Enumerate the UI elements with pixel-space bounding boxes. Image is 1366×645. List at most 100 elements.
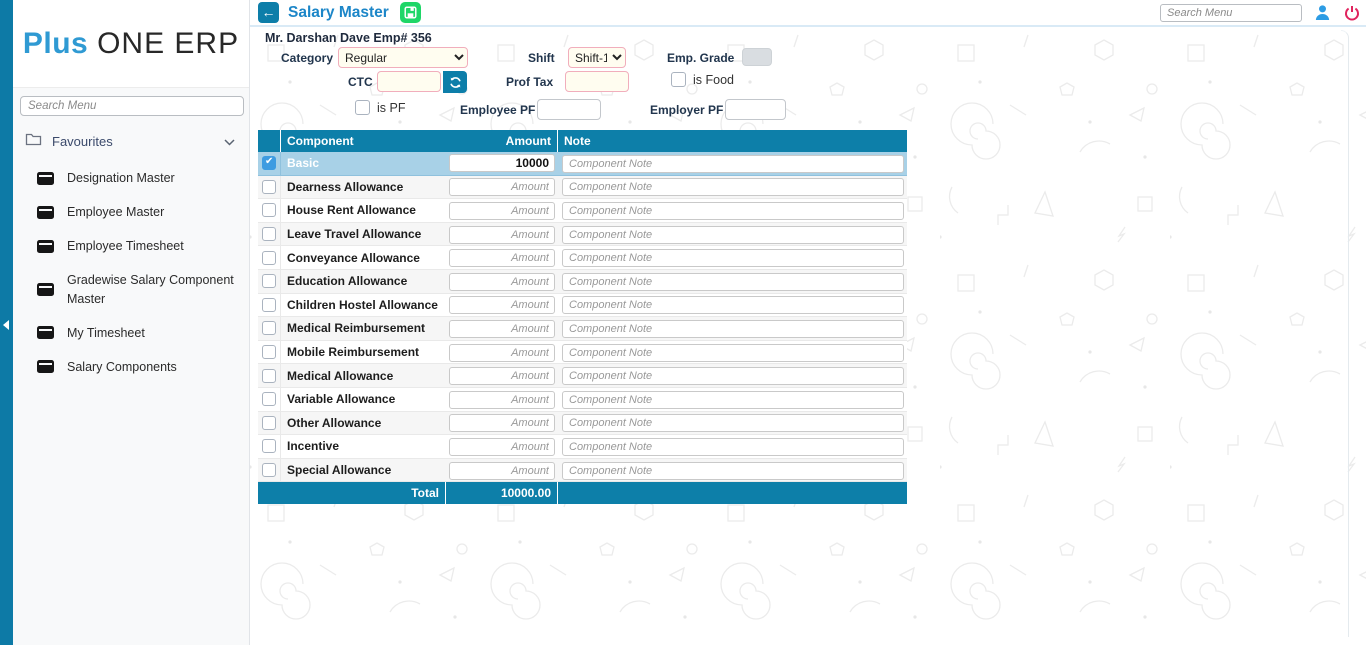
sidebar-favourites-label: Favourites	[52, 134, 224, 149]
table-body: Basic Dearness Allowance House Rent Allo…	[258, 152, 907, 482]
note-cell	[558, 366, 907, 385]
amount-input[interactable]	[449, 414, 555, 432]
row-checkbox[interactable]	[262, 321, 276, 335]
note-input[interactable]	[562, 226, 904, 244]
table-row: Mobile Reimbursement	[258, 341, 907, 365]
component-label: Basic	[281, 156, 446, 170]
sidebar: Plus ONE ERP Favourites Designation	[13, 0, 250, 645]
topbar-search-input[interactable]	[1160, 4, 1302, 22]
collapse-left-icon[interactable]	[3, 320, 9, 330]
amount-input[interactable]	[449, 462, 555, 480]
note-input[interactable]	[562, 367, 904, 385]
menu-card-icon	[37, 283, 54, 296]
is-food-checkbox[interactable]	[671, 72, 686, 87]
save-button[interactable]	[400, 2, 421, 23]
row-checkbox[interactable]	[262, 298, 276, 312]
row-checkbox[interactable]	[262, 203, 276, 217]
component-label: House Rent Allowance	[281, 203, 446, 217]
note-input[interactable]	[562, 296, 904, 314]
row-checkbox[interactable]	[262, 439, 276, 453]
amount-input[interactable]	[449, 249, 555, 267]
row-checkbox[interactable]	[262, 392, 276, 406]
row-checkbox[interactable]	[262, 180, 276, 194]
amount-cell	[446, 461, 558, 480]
row-checkbox[interactable]	[262, 156, 276, 170]
sidebar-collapse-rail[interactable]	[0, 0, 13, 645]
amount-cell	[446, 295, 558, 314]
note-cell	[558, 248, 907, 267]
ctc-input[interactable]	[377, 71, 441, 92]
sidebar-item-salary-components[interactable]: Salary Components	[13, 350, 249, 384]
note-cell	[558, 295, 907, 314]
row-checkbox[interactable]	[262, 227, 276, 241]
note-input[interactable]	[562, 438, 904, 456]
row-checkbox[interactable]	[262, 251, 276, 265]
sidebar-favourites[interactable]: Favourites	[13, 128, 249, 161]
menu-card-icon	[37, 360, 54, 373]
amount-input[interactable]	[449, 296, 555, 314]
amount-cell	[446, 319, 558, 338]
is-pf-checkbox[interactable]	[355, 100, 370, 115]
employee-pf-input[interactable]	[537, 99, 601, 120]
ctc-refresh-button[interactable]	[443, 71, 467, 93]
brand-logo: Plus ONE ERP	[23, 27, 239, 61]
sidebar-item-my-timesheet[interactable]: My Timesheet	[13, 316, 249, 350]
amount-input[interactable]	[449, 391, 555, 409]
is-food-label: is Food	[693, 72, 734, 89]
sidebar-nav: Favourites Designation MasterEmployee Ma…	[13, 128, 249, 384]
is-pf-label: is PF	[377, 100, 405, 117]
row-checkbox[interactable]	[262, 369, 276, 383]
salary-components-table: Component Amount Note Basic Dearness All…	[258, 130, 907, 504]
note-input[interactable]	[562, 462, 904, 480]
amount-cell	[446, 366, 558, 385]
note-input[interactable]	[562, 344, 904, 362]
amount-input[interactable]	[449, 273, 555, 291]
amount-input[interactable]	[449, 226, 555, 244]
note-input[interactable]	[562, 414, 904, 432]
shift-select[interactable]: Shift-1	[568, 47, 626, 68]
table-row: Education Allowance	[258, 270, 907, 294]
sidebar-item-employee-master[interactable]: Employee Master	[13, 195, 249, 229]
row-checkbox[interactable]	[262, 416, 276, 430]
prof-tax-label: Prof Tax	[506, 72, 553, 92]
sidebar-item-designation-master[interactable]: Designation Master	[13, 161, 249, 195]
table-total-row: Total 10000.00	[258, 482, 907, 504]
note-input[interactable]	[562, 202, 904, 220]
note-input[interactable]	[562, 249, 904, 267]
amount-cell	[446, 225, 558, 244]
amount-input[interactable]	[449, 344, 555, 362]
table-row: Leave Travel Allowance	[258, 223, 907, 247]
note-cell	[558, 154, 907, 173]
note-input[interactable]	[562, 155, 904, 173]
logout-power-button[interactable]	[1344, 5, 1360, 21]
employer-pf-input[interactable]	[725, 99, 786, 120]
category-select[interactable]: Regular	[338, 47, 468, 68]
total-label: Total	[258, 482, 446, 504]
sidebar-item-gradewise-salary-component-master[interactable]: Gradewise Salary Component Master	[13, 263, 249, 315]
amount-input[interactable]	[449, 320, 555, 338]
amount-input[interactable]	[449, 178, 555, 196]
prof-tax-input[interactable]	[565, 71, 629, 92]
note-input[interactable]	[562, 391, 904, 409]
component-label: Special Allowance	[281, 463, 446, 477]
user-profile-button[interactable]	[1314, 4, 1331, 21]
amount-input[interactable]	[449, 438, 555, 456]
note-input[interactable]	[562, 178, 904, 196]
amount-input[interactable]	[449, 202, 555, 220]
note-input[interactable]	[562, 320, 904, 338]
main-panel: ← Salary Master	[250, 0, 1366, 645]
chevron-down-icon[interactable]	[224, 133, 235, 151]
note-input[interactable]	[562, 273, 904, 291]
row-checkbox[interactable]	[262, 463, 276, 477]
row-checkbox[interactable]	[262, 345, 276, 359]
back-button[interactable]: ←	[258, 2, 279, 23]
component-label: Medical Allowance	[281, 369, 446, 383]
amount-input[interactable]	[449, 154, 555, 172]
sidebar-search-input[interactable]	[20, 96, 244, 116]
row-checkbox[interactable]	[262, 274, 276, 288]
sidebar-item-employee-timesheet[interactable]: Employee Timesheet	[13, 229, 249, 263]
table-row: Dearness Allowance	[258, 176, 907, 200]
sidebar-item-label: Salary Components	[67, 358, 177, 376]
amount-input[interactable]	[449, 367, 555, 385]
table-row: Medical Reimbursement	[258, 317, 907, 341]
